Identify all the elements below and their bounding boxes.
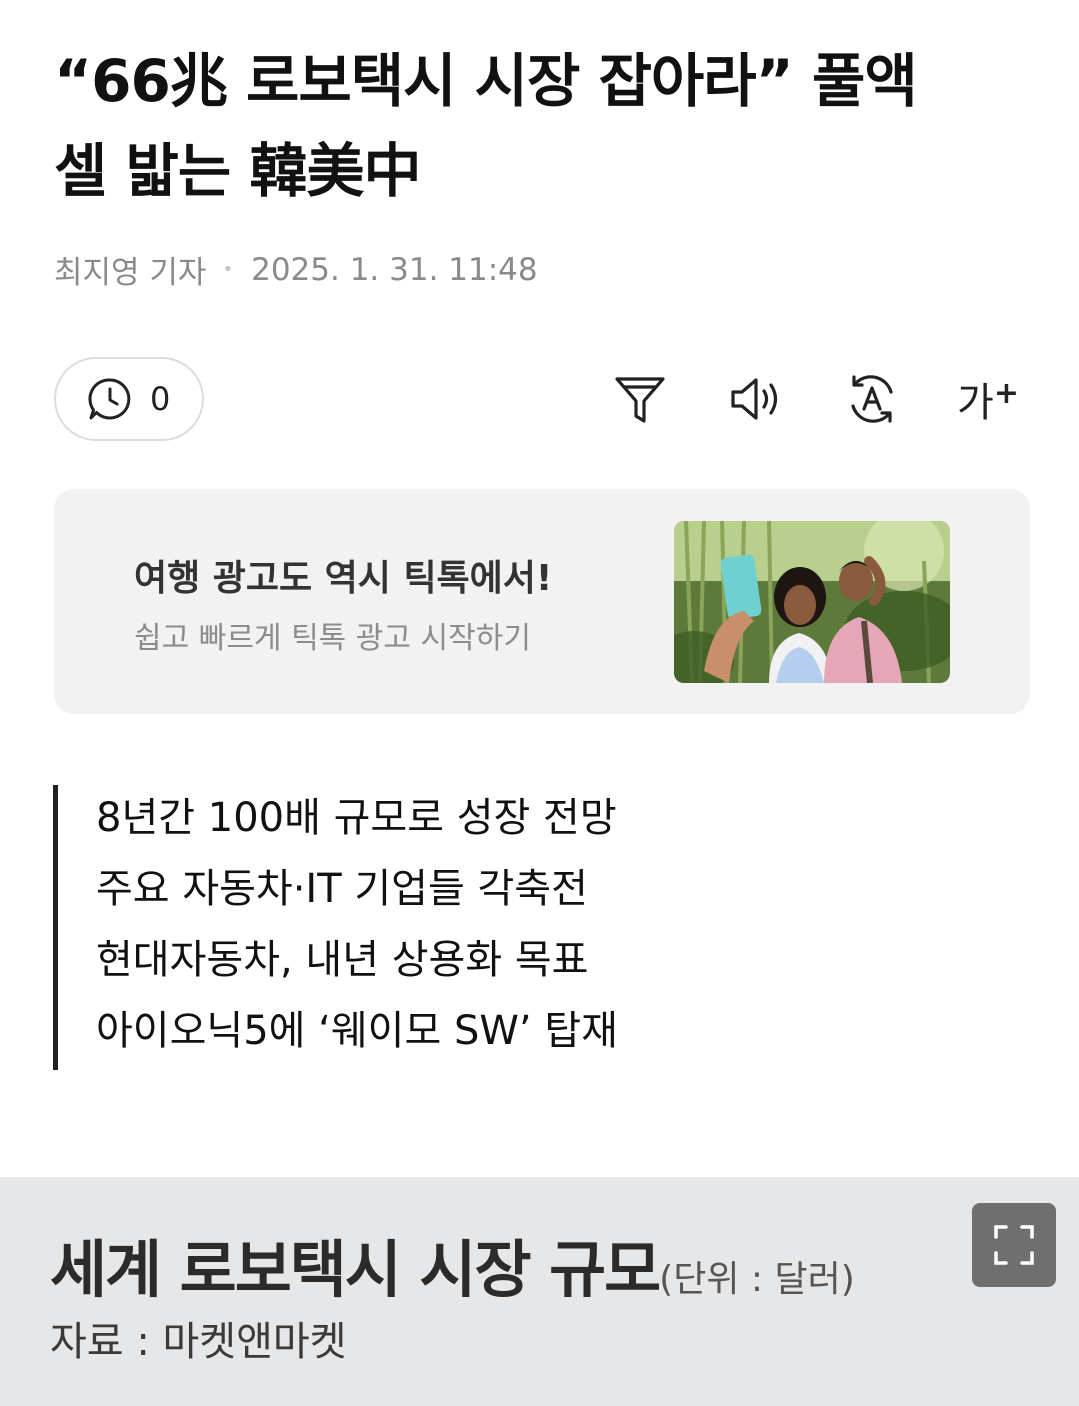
expand-image-button[interactable] bbox=[972, 1203, 1056, 1287]
figure-source: 자료 : 마켓앤마켓 bbox=[50, 1319, 347, 1365]
summary-item: 8년간 100배 규모로 성장 전망 bbox=[96, 795, 617, 841]
comment-count: 0 bbox=[150, 380, 171, 418]
publish-date: 2025. 1. 31. 11:48 bbox=[251, 251, 538, 288]
article-headline: “66兆 로보택시 시장 잡아라” 풀액 셀 밟는 韓美中 bbox=[54, 36, 1034, 216]
headline-line-2: 셀 밟는 韓美中 bbox=[54, 137, 421, 205]
figure-title-text: 세계 로보택시 시장 규모 bbox=[50, 1233, 661, 1306]
font-size-label: 가 bbox=[957, 380, 994, 426]
filter-button[interactable] bbox=[610, 369, 670, 429]
translate-button[interactable] bbox=[842, 369, 902, 429]
translate-icon bbox=[851, 375, 893, 423]
article-toolbar: 0 가 + bbox=[54, 357, 1026, 441]
separator-dot: • bbox=[222, 259, 234, 280]
reporter-name[interactable]: 최지영 기자 bbox=[54, 247, 206, 292]
font-size-plus: + bbox=[993, 375, 1019, 411]
ad-subtitle: 쉽고 빠르게 틱톡 광고 시작하기 bbox=[134, 621, 531, 656]
ad-image bbox=[674, 521, 950, 683]
summary-item: 현대자동차, 내년 상용화 목표 bbox=[96, 937, 589, 983]
ad-title: 여행 광고도 역시 틱톡에서! bbox=[134, 558, 553, 599]
fullscreen-icon bbox=[994, 1225, 1034, 1265]
summary-item: 주요 자동차·IT 기업들 각축전 bbox=[96, 866, 588, 912]
ad-photo-illustration bbox=[674, 521, 950, 683]
audio-button[interactable] bbox=[726, 369, 786, 429]
figure-title: 세계 로보택시 시장 규모(단위 : 달러) bbox=[50, 1219, 855, 1309]
article-summary: 8년간 100배 규모로 성장 전망 주요 자동차·IT 기업들 각축전 현대자… bbox=[53, 785, 793, 1070]
article-page: “66兆 로보택시 시장 잡아라” 풀액 셀 밟는 韓美中 최지영 기자 • 2… bbox=[0, 0, 1079, 1406]
headline-line-1: “66兆 로보택시 시장 잡아라” 풀액 bbox=[54, 47, 918, 115]
figure-unit: (단위 : 달러) bbox=[659, 1259, 855, 1300]
speaker-icon bbox=[731, 378, 778, 420]
byline: 최지영 기자 • 2025. 1. 31. 11:48 bbox=[54, 247, 538, 292]
article-figure: 세계 로보택시 시장 규모(단위 : 달러) 자료 : 마켓앤마켓 bbox=[0, 1177, 1079, 1406]
font-size-button[interactable]: 가 + bbox=[957, 369, 1019, 429]
comment-icon bbox=[88, 378, 131, 420]
ad-banner[interactable]: 여행 광고도 역시 틱톡에서! 쉽고 빠르게 틱톡 광고 시작하기 bbox=[54, 489, 1030, 714]
comment-button[interactable]: 0 bbox=[54, 357, 204, 441]
filter-icon bbox=[615, 377, 665, 423]
summary-item: 아이오닉5에 ‘웨이모 SW’ 탑재 bbox=[96, 1008, 618, 1054]
